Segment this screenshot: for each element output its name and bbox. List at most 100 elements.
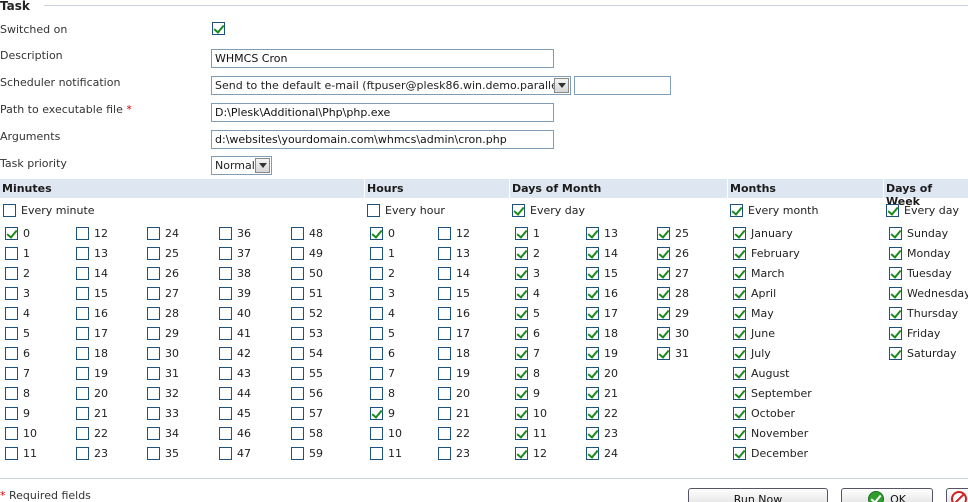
hours-item[interactable]: 0 xyxy=(370,225,395,241)
hours-item-checkbox[interactable] xyxy=(438,326,451,340)
days-of-month-item-checkbox[interactable] xyxy=(515,326,528,340)
hours-item[interactable]: 23 xyxy=(438,445,470,461)
days-of-month-item[interactable]: 19 xyxy=(586,345,618,361)
minutes-item[interactable]: 33 xyxy=(147,405,179,421)
minutes-item-checkbox[interactable] xyxy=(147,266,160,280)
days-of-month-item[interactable]: 29 xyxy=(657,305,689,321)
minutes-item-checkbox[interactable] xyxy=(5,406,18,420)
days-of-week-item-checkbox[interactable] xyxy=(889,246,902,260)
minutes-item[interactable]: 46 xyxy=(219,425,251,441)
minutes-item-checkbox[interactable] xyxy=(5,326,18,340)
hours-item-checkbox[interactable] xyxy=(370,306,383,320)
months-item[interactable]: December xyxy=(733,445,808,461)
minutes-item[interactable]: 16 xyxy=(76,305,108,321)
hours-item[interactable]: 20 xyxy=(438,385,470,401)
days-of-month-item-checkbox[interactable] xyxy=(515,266,528,280)
minutes-item[interactable]: 57 xyxy=(291,405,323,421)
minutes-item[interactable]: 59 xyxy=(291,445,323,461)
months-item-checkbox[interactable] xyxy=(733,386,746,400)
days-of-month-item[interactable]: 1 xyxy=(515,225,540,241)
months-item[interactable]: November xyxy=(733,425,808,441)
days-of-month-item-checkbox[interactable] xyxy=(586,286,599,300)
hours-item[interactable]: 9 xyxy=(370,405,395,421)
cancel-button[interactable] xyxy=(946,488,968,502)
minutes-item-checkbox[interactable] xyxy=(219,426,232,440)
hours-item-checkbox[interactable] xyxy=(438,426,451,440)
months-item[interactable]: January xyxy=(733,225,793,241)
days-of-month-item[interactable]: 22 xyxy=(586,405,618,421)
minutes-item-checkbox[interactable] xyxy=(76,386,89,400)
minutes-item-checkbox[interactable] xyxy=(76,266,89,280)
days-of-month-item[interactable]: 4 xyxy=(515,285,540,301)
minutes-item[interactable]: 25 xyxy=(147,245,179,261)
minutes-item[interactable]: 28 xyxy=(147,305,179,321)
hours-item[interactable]: 1 xyxy=(370,245,395,261)
hours-item-checkbox[interactable] xyxy=(370,406,383,420)
minutes-item-checkbox[interactable] xyxy=(219,446,232,460)
minutes-item[interactable]: 30 xyxy=(147,345,179,361)
minutes-item[interactable]: 15 xyxy=(76,285,108,301)
minutes-item-checkbox[interactable] xyxy=(291,446,304,460)
months-item[interactable]: July xyxy=(733,345,771,361)
minutes-item[interactable]: 54 xyxy=(291,345,323,361)
minutes-item[interactable]: 45 xyxy=(219,405,251,421)
days-of-month-item[interactable]: 23 xyxy=(586,425,618,441)
hours-every[interactable]: Every hour xyxy=(367,202,445,218)
minutes-item-checkbox[interactable] xyxy=(5,426,18,440)
days-of-month-item-checkbox[interactable] xyxy=(657,286,670,300)
hours-item[interactable]: 3 xyxy=(370,285,395,301)
days-of-month-item[interactable]: 31 xyxy=(657,345,689,361)
minutes-item-checkbox[interactable] xyxy=(147,446,160,460)
days-of-month-item[interactable]: 25 xyxy=(657,225,689,241)
hours-item[interactable]: 18 xyxy=(438,345,470,361)
months-item-checkbox[interactable] xyxy=(733,246,746,260)
hours-every-checkbox[interactable] xyxy=(367,203,380,217)
days-of-month-item[interactable]: 14 xyxy=(586,245,618,261)
days-of-month-every-checkbox[interactable] xyxy=(512,203,525,217)
minutes-item[interactable]: 32 xyxy=(147,385,179,401)
minutes-item-checkbox[interactable] xyxy=(147,286,160,300)
days-of-month-item-checkbox[interactable] xyxy=(515,226,528,240)
minutes-item-checkbox[interactable] xyxy=(147,326,160,340)
minutes-item-checkbox[interactable] xyxy=(291,306,304,320)
minutes-item[interactable]: 55 xyxy=(291,365,323,381)
minutes-item[interactable]: 50 xyxy=(291,265,323,281)
minutes-item[interactable]: 6 xyxy=(5,345,30,361)
days-of-month-item-checkbox[interactable] xyxy=(586,326,599,340)
minutes-item[interactable]: 29 xyxy=(147,325,179,341)
hours-item-checkbox[interactable] xyxy=(438,246,451,260)
days-of-week-item[interactable]: Sunday xyxy=(889,225,948,241)
minutes-item-checkbox[interactable] xyxy=(5,286,18,300)
days-of-month-item[interactable]: 28 xyxy=(657,285,689,301)
hours-item[interactable]: 15 xyxy=(438,285,470,301)
months-every[interactable]: Every month xyxy=(730,202,818,218)
days-of-month-item-checkbox[interactable] xyxy=(657,246,670,260)
days-of-month-item-checkbox[interactable] xyxy=(586,366,599,380)
minutes-item-checkbox[interactable] xyxy=(147,226,160,240)
minutes-item-checkbox[interactable] xyxy=(291,286,304,300)
hours-item-checkbox[interactable] xyxy=(370,246,383,260)
days-of-month-item-checkbox[interactable] xyxy=(515,446,528,460)
chevron-down-icon[interactable] xyxy=(255,158,270,173)
minutes-item[interactable]: 14 xyxy=(76,265,108,281)
days-of-month-item-checkbox[interactable] xyxy=(586,246,599,260)
days-of-month-item[interactable]: 3 xyxy=(515,265,540,281)
days-of-month-item-checkbox[interactable] xyxy=(515,346,528,360)
hours-item-checkbox[interactable] xyxy=(438,446,451,460)
days-of-month-item[interactable]: 6 xyxy=(515,325,540,341)
minutes-item[interactable]: 47 xyxy=(219,445,251,461)
days-of-month-item-checkbox[interactable] xyxy=(515,306,528,320)
hours-item-checkbox[interactable] xyxy=(370,386,383,400)
days-of-week-item-checkbox[interactable] xyxy=(889,346,902,360)
minutes-item[interactable]: 9 xyxy=(5,405,30,421)
task-priority-select[interactable]: Normal xyxy=(211,156,272,175)
days-of-month-item[interactable]: 9 xyxy=(515,385,540,401)
minutes-item-checkbox[interactable] xyxy=(291,406,304,420)
hours-item[interactable]: 14 xyxy=(438,265,470,281)
months-item[interactable]: September xyxy=(733,385,812,401)
minutes-item-checkbox[interactable] xyxy=(291,326,304,340)
minutes-item[interactable]: 20 xyxy=(76,385,108,401)
hours-item-checkbox[interactable] xyxy=(370,346,383,360)
hours-item-checkbox[interactable] xyxy=(438,386,451,400)
hours-item-checkbox[interactable] xyxy=(370,266,383,280)
